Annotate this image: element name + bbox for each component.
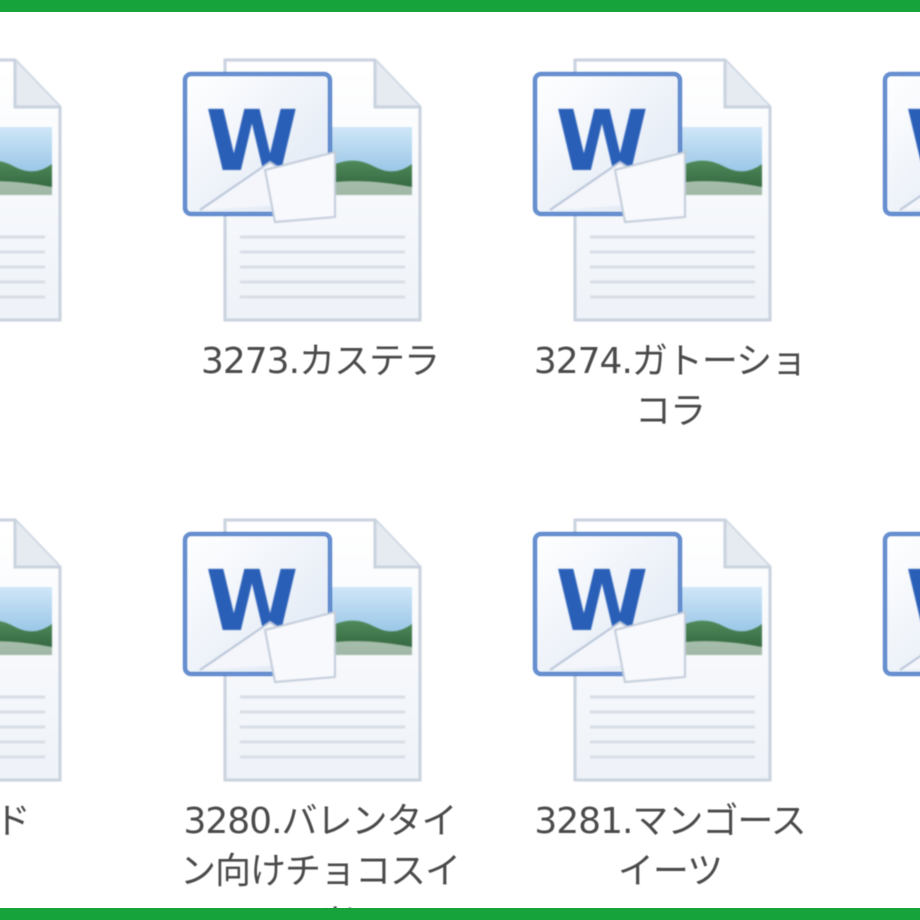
file-name-label: 32 [870,337,920,387]
file-item[interactable]: W 3280.バレンタイン向けチョコスイーツ [170,512,470,908]
svg-text:W: W [906,92,920,190]
file-name-label: みつ [0,337,110,387]
word-document-icon[interactable]: W [520,512,820,792]
word-document-icon[interactable]: W [0,512,110,792]
file-name-label: 3274.ガトーショコラ [533,341,807,432]
word-document-icon[interactable]: W [870,52,920,332]
file-name-label: 3273.カステラ [200,341,440,382]
file-name-label: 3280.バレンタイン向けチョコスイーツ [179,801,461,908]
word-document-icon[interactable]: W [170,52,470,332]
word-document-icon[interactable]: W [520,52,820,332]
svg-text:W: W [906,552,920,650]
file-name-label: ーサンド [0,797,110,847]
file-item[interactable]: W [870,512,920,908]
file-item[interactable]: W 3274.ガトーショコラ [520,52,820,472]
file-browser-window: W みつ [0,0,920,920]
file-item[interactable]: W 3281.マンゴースイーツ [520,512,820,908]
file-item[interactable]: W 32 [870,52,920,472]
word-document-icon[interactable]: W [170,512,470,792]
file-item[interactable]: W 3273.カステラ [170,52,470,472]
word-document-icon[interactable]: W [870,512,920,792]
file-item[interactable]: W みつ [0,52,110,472]
word-document-icon[interactable]: W [0,52,110,332]
file-item[interactable]: W ーサンド [0,512,110,908]
file-name-label: 3281.マンゴースイーツ [534,801,806,892]
